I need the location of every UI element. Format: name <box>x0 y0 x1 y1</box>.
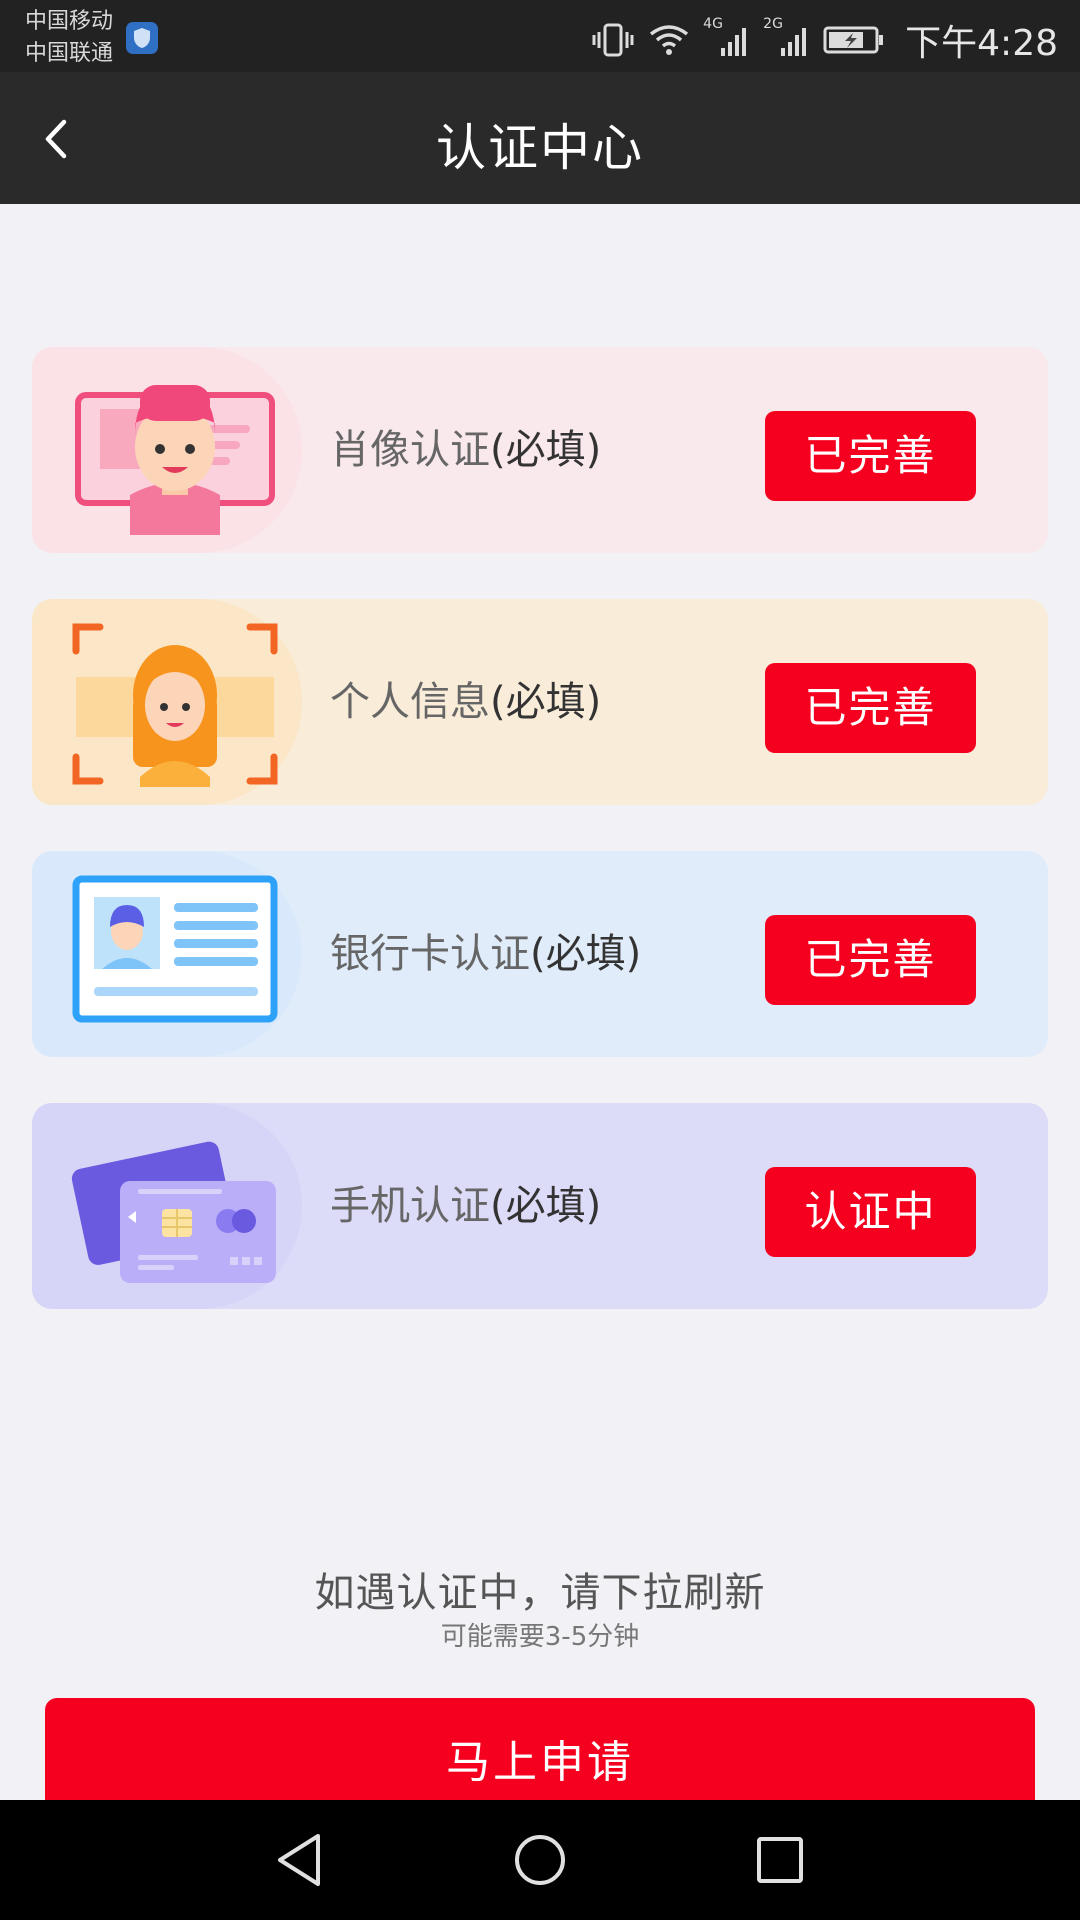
required-tag: (必填) <box>490 679 602 725</box>
card-bank-auth[interactable]: 银行卡认证(必填) 已完善 <box>32 851 1048 1057</box>
clock: 下午4:28 <box>905 23 1058 64</box>
status-button[interactable]: 已完善 <box>765 411 976 501</box>
status-icons: 4G 2G 下午4:28 <box>591 14 1058 66</box>
vibrate-icon <box>592 23 634 57</box>
card-title: 个人信息 <box>330 679 490 725</box>
status-button[interactable]: 认证中 <box>765 1167 976 1257</box>
card-title: 银行卡认证 <box>330 931 530 977</box>
card-label: 银行卡认证(必填) <box>330 851 641 1057</box>
status-button[interactable]: 已完善 <box>765 915 976 1005</box>
card-label: 个人信息(必填) <box>330 599 601 805</box>
card-portrait-auth[interactable]: 肖像认证(必填) 已完善 <box>32 347 1048 553</box>
carrier-1: 中国移动 <box>25 9 114 34</box>
carrier-2: 中国联通 <box>25 41 114 66</box>
back-icon[interactable] <box>268 1828 332 1892</box>
card-title: 手机认证 <box>330 1183 490 1229</box>
screen: 中国移动 中国联通 4G 2G 下午4:28 认证中心 肖像认证(必填) 已完善… <box>0 0 1080 1920</box>
required-tag: (必填) <box>530 931 642 977</box>
card-label: 手机认证(必填) <box>330 1103 601 1309</box>
card-phone-auth[interactable]: 手机认证(必填) 认证中 <box>32 1103 1048 1309</box>
card-personal-info[interactable]: 个人信息(必填) 已完善 <box>32 599 1048 805</box>
card-label: 肖像认证(必填) <box>330 347 601 553</box>
status-bar: 中国移动 中国联通 4G 2G 下午4:28 <box>0 0 1080 72</box>
wait-time-hint: 可能需要3-5分钟 <box>440 1622 640 1652</box>
system-nav-bar <box>0 1800 1080 1920</box>
status-button[interactable]: 已完善 <box>765 663 976 753</box>
signal-icon-2: 2G <box>763 16 809 60</box>
nav-bar: 认证中心 <box>0 72 1080 204</box>
wifi-icon <box>650 25 689 55</box>
card-title: 肖像认证 <box>330 427 490 473</box>
recents-icon[interactable] <box>748 1828 812 1892</box>
credit-card-icon <box>71 1141 276 1283</box>
battery-icon <box>823 26 884 54</box>
required-tag: (必填) <box>490 1183 602 1229</box>
shield-icon <box>126 22 158 54</box>
carrier-info: 中国移动 中国联通 <box>25 6 113 70</box>
refresh-hint: 如遇认证中，请下拉刷新 <box>314 1570 766 1616</box>
portrait-icon <box>75 385 275 535</box>
signal-icon-1: 4G <box>703 16 749 60</box>
home-icon[interactable] <box>508 1828 572 1892</box>
page-title: 认证中心 <box>436 119 644 177</box>
face-scan-icon <box>72 623 278 787</box>
required-tag: (必填) <box>490 427 602 473</box>
id-card-icon <box>72 875 278 1023</box>
